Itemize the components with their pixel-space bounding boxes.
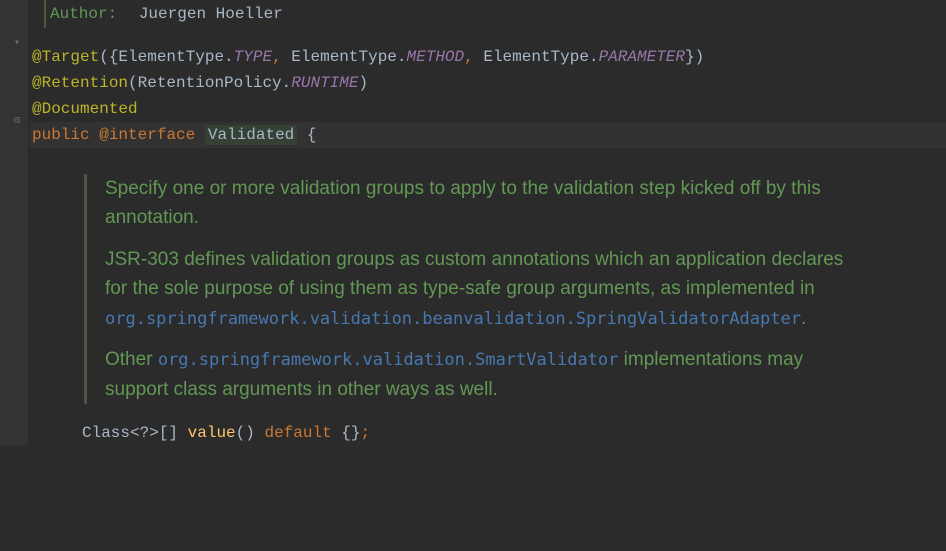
class-name-validated: Validated [205,125,297,145]
dot: . [282,74,292,92]
comma: , [272,48,282,66]
javadoc-paragraph: Other org.springframework.validation.Sma… [105,345,864,404]
javadoc-text: Other [105,349,158,370]
paren: ( [128,74,138,92]
keyword-at: @ [99,126,109,144]
paren: ) [358,74,368,92]
code-line-class-decl[interactable]: public @interface Validated { [30,122,946,148]
keyword-default: default [264,424,331,442]
type-elementtype: ElementType [118,48,224,66]
annotation-documented: @Documented [32,100,138,118]
javadoc-author-line: Author: Juergen Hoeller [30,0,946,28]
paren: }) [685,48,704,66]
paren: ({ [99,48,118,66]
keyword-public: public [32,126,90,144]
javadoc-text: . [801,308,806,329]
code-editor[interactable]: ▾ ⊟ Author: Juergen Hoeller @Target({Ele… [0,0,946,446]
dot: . [224,48,234,66]
javadoc-paragraph: Specify one or more validation groups to… [105,174,864,233]
const-type: TYPE [234,48,272,66]
author-name: Juergen Hoeller [139,5,283,23]
dot: . [397,48,407,66]
collapse-icon[interactable]: ▾ [14,36,26,48]
javadoc-code-ref: org.springframework.validation.SmartVali… [158,350,619,370]
generic-wildcard: <?>[] [130,424,178,442]
type-retentionpolicy: RetentionPolicy [138,74,282,92]
type-class: Class [82,424,130,442]
default-value: {} [341,424,360,442]
paren: () [236,424,255,442]
const-runtime: RUNTIME [291,74,358,92]
code-line-documented[interactable]: @Documented [30,96,946,122]
keyword-interface: interface [109,126,195,144]
const-parameter: PARAMETER [599,48,685,66]
javadoc-code-ref: org.springframework.validation.beanvalid… [105,309,801,329]
type-elementtype: ElementType [291,48,397,66]
type-elementtype: ElementType [483,48,589,66]
code-line-value[interactable]: Class<?>[] value() default {}; [30,420,946,446]
comma: , [464,48,474,66]
annotation-target: @Target [32,48,99,66]
javadoc-text: JSR-303 defines validation groups as cus… [105,249,843,299]
javadoc-block: Specify one or more validation groups to… [84,174,864,404]
dot: . [589,48,599,66]
method-value: value [188,424,236,442]
javadoc-paragraph: JSR-303 defines validation groups as cus… [105,245,864,333]
code-line-retention[interactable]: @Retention(RetentionPolicy.RUNTIME) [30,70,946,96]
annotation-retention: @Retention [32,74,128,92]
semicolon: ; [361,424,371,442]
collapse-icon[interactable]: ⊟ [14,114,26,126]
const-method: METHOD [407,48,465,66]
gutter: ▾ ⊟ [0,0,28,446]
code-line-target[interactable]: @Target({ElementType.TYPE, ElementType.M… [30,44,946,70]
open-brace: { [307,126,317,144]
blank-line [30,28,946,44]
javadoc-bar [44,0,46,28]
author-label: Author: [50,5,117,23]
